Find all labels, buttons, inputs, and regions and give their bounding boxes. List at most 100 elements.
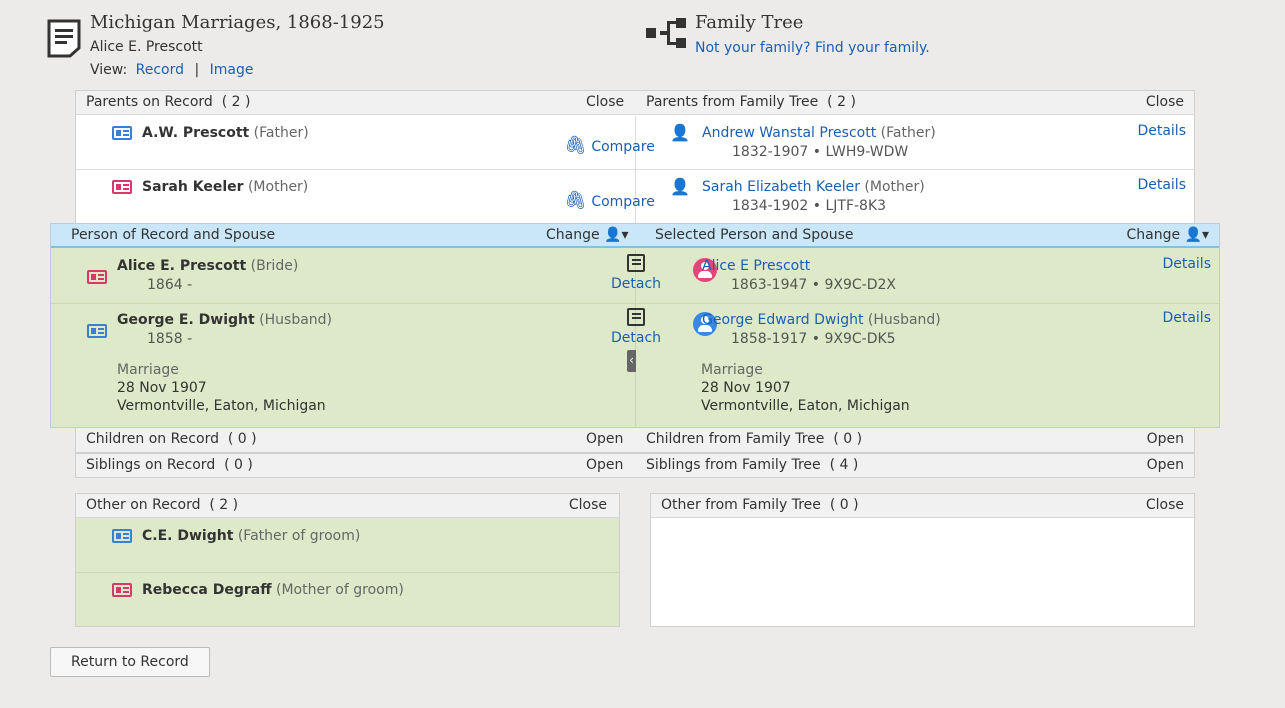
tree-husband-role: (Husband) <box>867 312 941 328</box>
find-family-link[interactable]: Not your family? Find your family. <box>695 40 930 56</box>
tree-father-role: (Father) <box>880 125 936 141</box>
return-to-record-button[interactable]: Return to Record <box>50 647 210 677</box>
tree-mother-dates: 1834-1902 • LJTF-8K3 <box>732 198 887 214</box>
children-tree-open[interactable]: Open <box>1147 431 1184 447</box>
siblings-tree-open[interactable]: Open <box>1147 457 1184 473</box>
couple-record-change[interactable]: Change 👤▾ <box>546 227 629 243</box>
paperclip-icon: 🖇 <box>564 190 587 211</box>
children-tree-heading-text: Children from Family Tree <box>646 431 825 447</box>
couple-tree-change[interactable]: Change 👤▾ <box>1126 227 1209 243</box>
detach-icon <box>627 308 645 326</box>
family-tree-icon <box>646 18 686 48</box>
other-tree-count: ( 0 ) <box>829 497 859 513</box>
husband-details-link[interactable]: Details <box>1162 310 1211 326</box>
other-tree-heading-text: Other from Family Tree <box>661 497 821 513</box>
tree-husband-dates: 1858-1917 • 9X9C-DK5 <box>731 331 896 347</box>
male-record-card-icon <box>112 126 132 140</box>
view-image-link[interactable]: Image <box>210 62 254 78</box>
view-switcher: View: Record | Image <box>90 62 254 78</box>
paperclip-icon: 🖇 <box>564 135 587 156</box>
record-bride-role: (Bride) <box>250 258 299 274</box>
parents-tree-heading-text: Parents from Family Tree <box>646 94 819 110</box>
marriage-label: Marriage <box>117 362 179 378</box>
other-record-heading: Other on Record ( 2 ) <box>86 497 238 513</box>
record-husband-role: (Husband) <box>259 312 332 328</box>
female-person-icon: 👤 <box>670 177 690 196</box>
other-person-1-name: C.E. Dwight <box>142 528 234 544</box>
other-record-heading-text: Other on Record <box>86 497 201 513</box>
parents-tree-heading: Parents from Family Tree ( 2 ) <box>646 94 856 110</box>
compare-mother-button[interactable]: 🖇 Compare <box>564 190 655 211</box>
record-mother-role: (Mother) <box>247 179 309 195</box>
tree-bride-name-link[interactable]: Alice E Prescott <box>702 258 810 274</box>
tree-marriage-place: Vermontville, Eaton, Michigan <box>701 398 910 414</box>
tree-bride-dates: 1863-1947 • 9X9C-D2X <box>731 277 896 293</box>
father-details-link[interactable]: Details <box>1137 123 1186 139</box>
male-person-icon: 👤 <box>670 123 690 142</box>
compare-father-button[interactable]: 🖇 Compare <box>564 135 655 156</box>
children-tree-count: ( 0 ) <box>833 431 863 447</box>
record-title: Michigan Marriages, 1868-1925 <box>90 12 385 33</box>
couple-row-bride: Alice E. Prescott (Bride) 1864 - Detach … <box>51 250 1219 304</box>
female-record-card-icon <box>87 270 107 284</box>
siblings-bar: Siblings on Record ( 0 ) Open Siblings f… <box>75 453 1195 478</box>
children-record-open[interactable]: Open <box>586 431 623 447</box>
other-person-2-name: Rebecca Degraff <box>142 582 272 598</box>
tree-husband-name-link[interactable]: George Edward Dwight <box>702 312 863 328</box>
other-record-close[interactable]: Close <box>569 497 607 513</box>
detach-label: Detach <box>611 330 662 346</box>
parents-tree-close[interactable]: Close <box>1146 94 1184 110</box>
record-husband: George E. Dwight (Husband) <box>117 312 332 328</box>
parents-record-heading-text: Parents on Record <box>86 94 213 110</box>
mother-details-link[interactable]: Details <box>1137 177 1186 193</box>
siblings-record-heading: Siblings on Record ( 0 ) <box>86 457 253 473</box>
view-record-link[interactable]: Record <box>136 62 184 78</box>
siblings-record-heading-text: Siblings on Record <box>86 457 216 473</box>
record-husband-dates: 1858 - <box>147 331 193 347</box>
other-tree-panel: Other from Family Tree ( 0 ) Close <box>650 493 1195 627</box>
family-tree-title: Family Tree <box>695 12 804 33</box>
siblings-record-open[interactable]: Open <box>586 457 623 473</box>
record-bride-dates: 1864 - <box>147 277 193 293</box>
siblings-tree-heading-text: Siblings from Family Tree <box>646 457 821 473</box>
couple-record-heading: Person of Record and Spouse <box>71 227 276 243</box>
parents-record-heading: Parents on Record ( 2 ) <box>86 94 250 110</box>
other-tree-close[interactable]: Close <box>1146 497 1184 513</box>
compare-label: Compare <box>591 139 655 155</box>
record-father-name: A.W. Prescott <box>142 125 250 141</box>
detach-bride-button[interactable]: Detach <box>611 254 661 292</box>
tree-mother: Sarah Elizabeth Keeler (Mother) <box>702 179 925 195</box>
change-label: Change <box>546 227 600 243</box>
parents-panel: Parents on Record ( 2 ) Close Parents fr… <box>75 90 1195 224</box>
person-dropdown-icon: 👤▾ <box>1184 227 1209 243</box>
parents-tree-count: ( 2 ) <box>827 94 856 110</box>
record-marriage-date: 28 Nov 1907 <box>117 380 207 396</box>
record-bride-name: Alice E. Prescott <box>117 258 247 274</box>
children-record-heading-text: Children on Record <box>86 431 219 447</box>
record-bride: Alice E. Prescott (Bride) <box>117 258 298 274</box>
document-icon <box>47 19 81 58</box>
change-label: Change <box>1126 227 1181 243</box>
children-bar: Children on Record ( 0 ) Open Children f… <box>75 428 1195 453</box>
record-person-name: Alice E. Prescott <box>90 39 203 55</box>
parent-row-father: A.W. Prescott (Father) 🖇 Compare 👤 Andre… <box>76 116 1194 170</box>
tree-mother-name-link[interactable]: Sarah Elizabeth Keeler <box>702 179 860 195</box>
couple-panel-header: Person of Record and Spouse Change 👤▾ Se… <box>51 224 1219 248</box>
siblings-tree-heading: Siblings from Family Tree ( 4 ) <box>646 457 858 473</box>
children-tree-heading: Children from Family Tree ( 0 ) <box>646 431 862 447</box>
other-tree-heading: Other from Family Tree ( 0 ) <box>661 497 859 513</box>
other-person-1: C.E. Dwight (Father of groom) <box>142 528 360 544</box>
male-record-card-icon <box>87 324 107 338</box>
other-record-row: C.E. Dwight (Father of groom) <box>76 519 619 573</box>
parents-record-close[interactable]: Close <box>586 94 624 110</box>
bride-details-link[interactable]: Details <box>1162 256 1211 272</box>
record-husband-name: George E. Dwight <box>117 312 255 328</box>
collapse-handle[interactable]: ‹ <box>627 350 636 372</box>
female-record-card-icon <box>112 180 132 194</box>
tree-father-name-link[interactable]: Andrew Wanstal Prescott <box>702 125 876 141</box>
record-mother-name: Sarah Keeler <box>142 179 244 195</box>
detach-husband-button[interactable]: Detach <box>611 308 661 346</box>
other-record-panel: Other on Record ( 2 ) Close C.E. Dwight … <box>75 493 620 627</box>
tree-father-dates: 1832-1907 • LWH9-WDW <box>732 144 909 160</box>
marriage-label: Marriage <box>701 362 763 378</box>
